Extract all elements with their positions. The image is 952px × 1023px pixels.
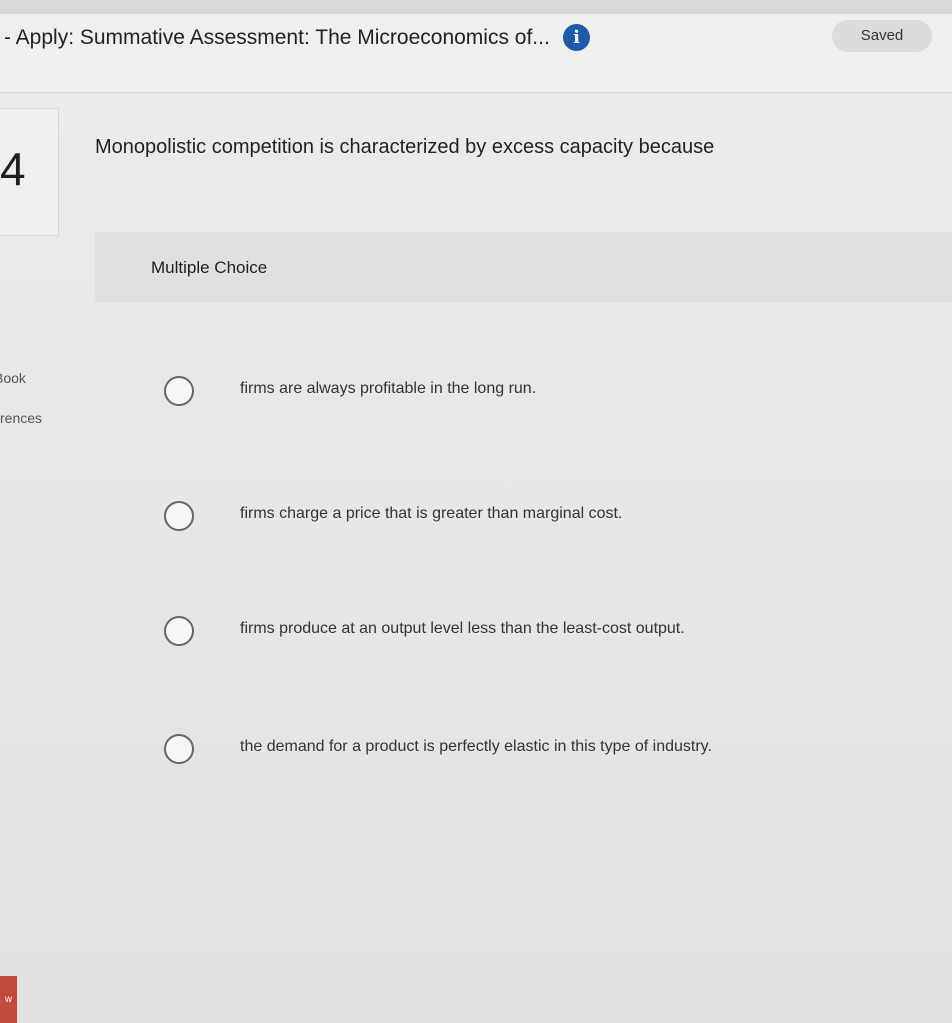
radio-button[interactable]: [164, 734, 194, 764]
question-number: 4: [0, 143, 26, 195]
corner-app-badge[interactable]: w: [0, 976, 17, 1023]
answer-option-2[interactable]: firms charge a price that is greater tha…: [160, 497, 860, 541]
answer-option-text: the demand for a product is perfectly el…: [240, 738, 712, 755]
answer-option-text: firms are always profitable in the long …: [240, 380, 537, 397]
answer-option-1[interactable]: firms are always profitable in the long …: [160, 372, 860, 416]
answer-option-text: firms charge a price that is greater tha…: [240, 505, 623, 522]
radio-button[interactable]: [164, 501, 194, 531]
question-prompt: Monopolistic competition is characterize…: [95, 136, 715, 158]
browser-url-strip: [0, 0, 952, 15]
question-type-label: Multiple Choice: [151, 258, 268, 277]
info-icon[interactable]: i: [563, 24, 590, 51]
radio-button[interactable]: [164, 616, 194, 646]
saved-status-badge: Saved: [832, 20, 932, 52]
sidebar-item-ebook[interactable]: Book: [0, 370, 26, 386]
sidebar-item-references[interactable]: rences: [0, 410, 42, 426]
assessment-title: - Apply: Summative Assessment: The Micro…: [4, 26, 550, 49]
page: - Apply: Summative Assessment: The Micro…: [0, 0, 952, 1023]
answer-option-4[interactable]: the demand for a product is perfectly el…: [160, 730, 860, 774]
radio-button[interactable]: [164, 376, 194, 406]
answer-option-3[interactable]: firms produce at an output level less th…: [160, 612, 860, 656]
answer-option-text: firms produce at an output level less th…: [240, 620, 685, 637]
